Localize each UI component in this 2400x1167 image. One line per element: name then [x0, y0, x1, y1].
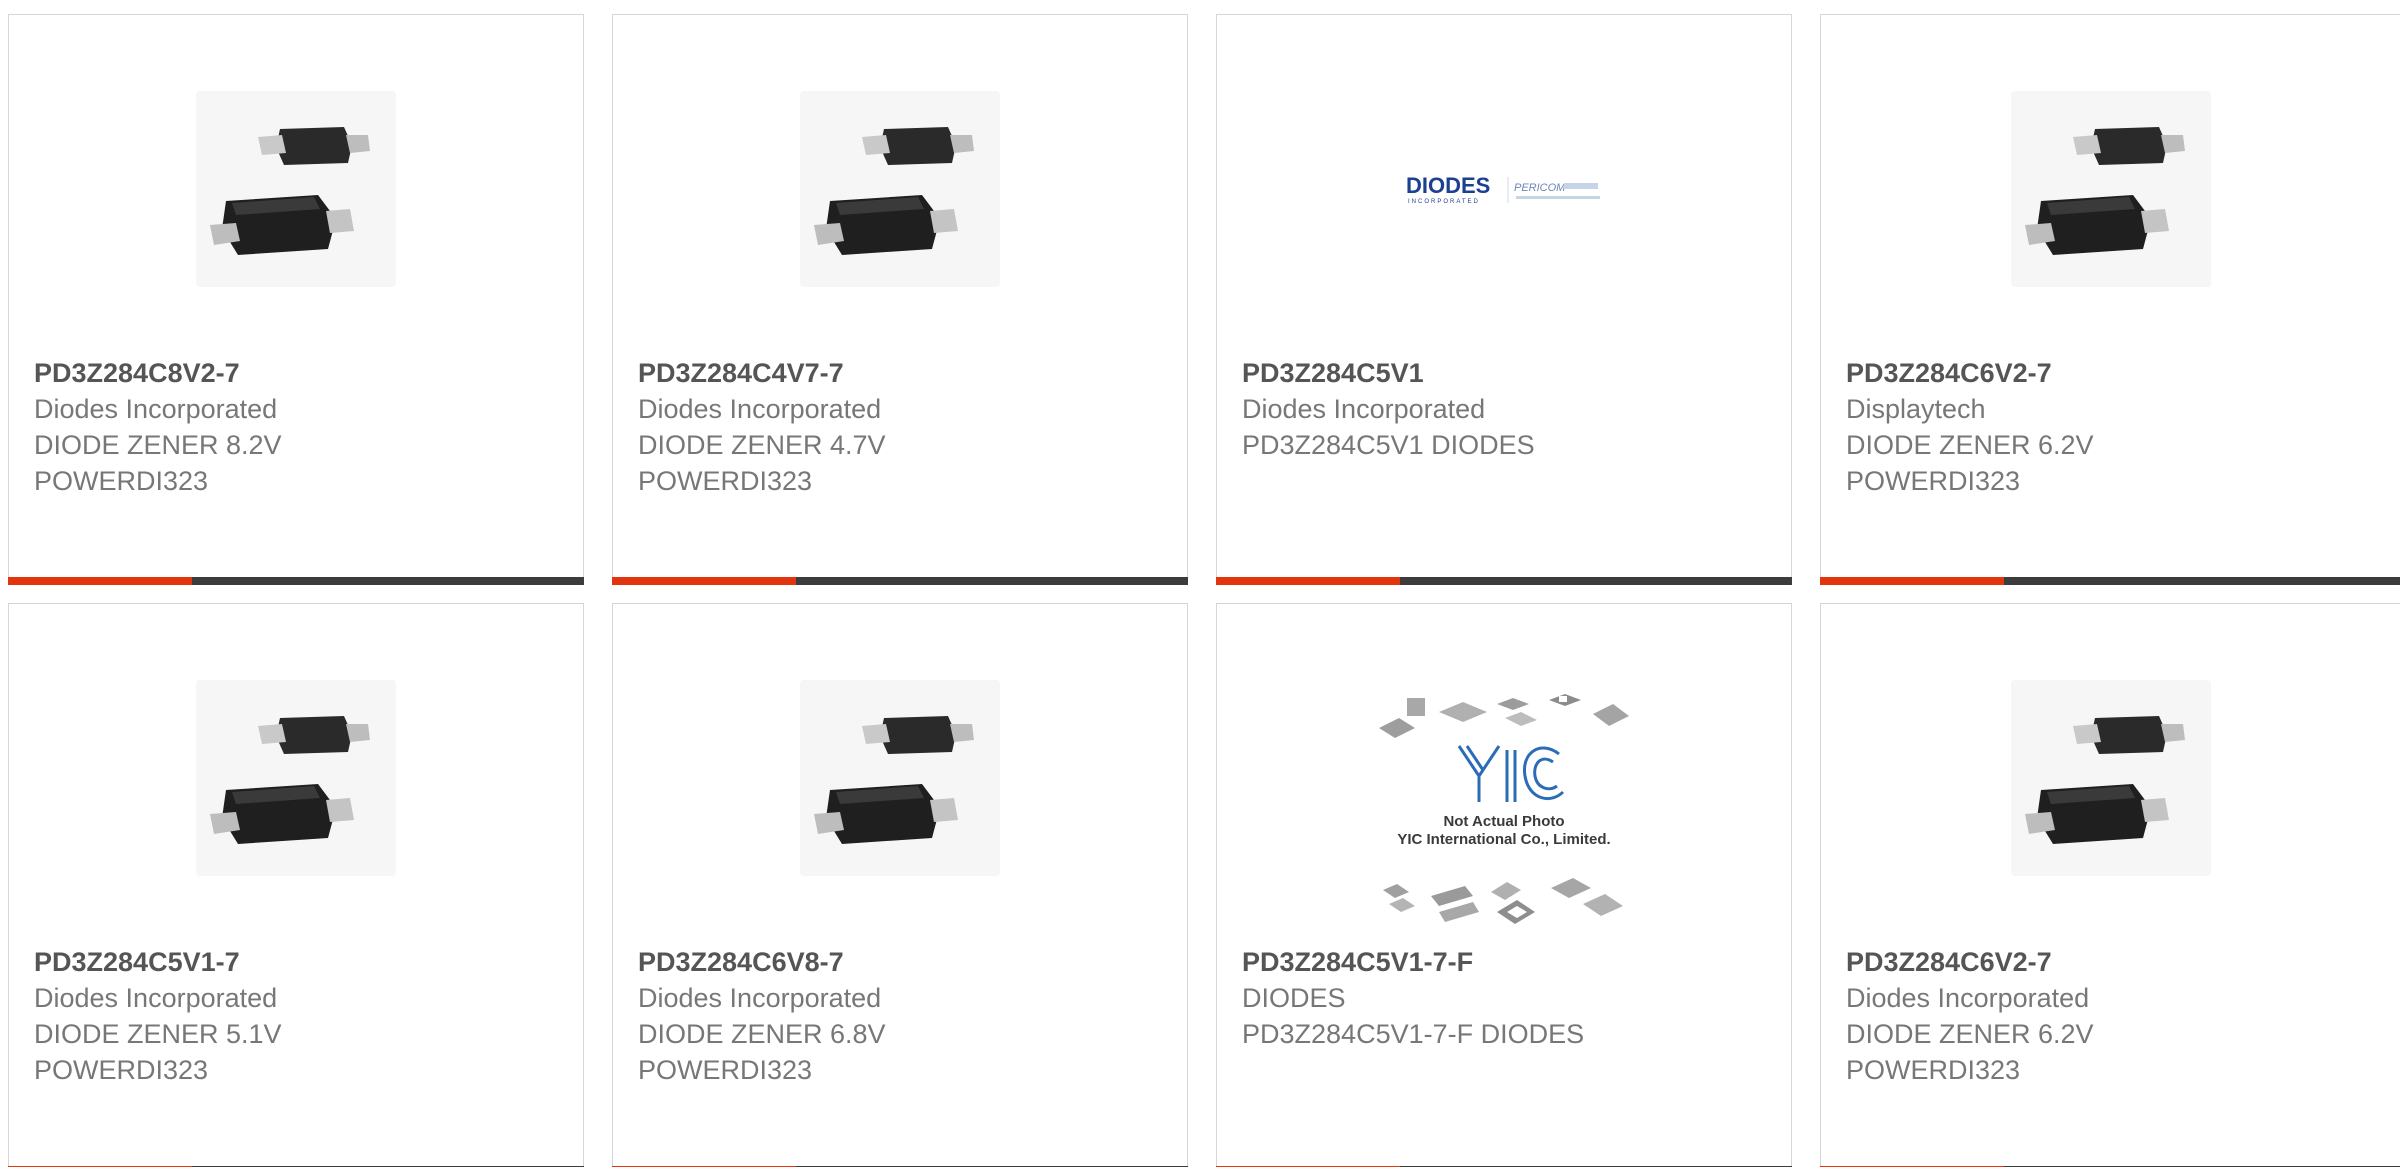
- card-accent: [1820, 577, 2004, 585]
- product-image[interactable]: [613, 668, 1187, 888]
- product-image[interactable]: [9, 79, 583, 299]
- product-image[interactable]: [9, 668, 583, 888]
- description-line: DIODE ZENER 6.2V: [1846, 430, 2094, 460]
- part-number[interactable]: PD3Z284C4V7-7: [638, 355, 1167, 391]
- logo-partner: PERICOM: [1514, 182, 1566, 194]
- diode-package-image: [800, 91, 1000, 287]
- description-line: POWERDI323: [34, 1055, 209, 1085]
- diode-package-image: [2010, 680, 2211, 876]
- diode-package-image: [196, 680, 396, 876]
- product-card[interactable]: PD3Z284C6V2-7 Diodes Incorporated DIODE …: [1820, 603, 2400, 1167]
- product-card[interactable]: PD3Z284C4V7-7 Diodes Incorporated DIODE …: [612, 14, 1188, 585]
- description-line: POWERDI323: [638, 1055, 813, 1085]
- product-card[interactable]: PD3Z284C6V8-7 Diodes Incorporated DIODE …: [612, 603, 1188, 1167]
- description-line: PD3Z284C5V1-7-F DIODES: [1242, 1019, 1585, 1049]
- yic-line-1: Not Actual Photo: [1443, 813, 1564, 830]
- card-bottom-bar: [8, 577, 584, 585]
- description-line: POWERDI323: [1846, 1055, 2021, 1085]
- card-bottom-bar: [612, 577, 1188, 585]
- part-number[interactable]: PD3Z284C6V8-7: [638, 944, 1167, 980]
- description-line: DIODE ZENER 5.1V: [34, 1019, 282, 1049]
- manufacturer: Diodes Incorporated: [1242, 394, 1486, 424]
- diode-package-image: [196, 91, 396, 287]
- card-accent: [8, 577, 192, 585]
- part-number[interactable]: PD3Z284C5V1: [1242, 355, 1771, 391]
- product-image[interactable]: DIODES INCORPORATED PERICOM: [1217, 79, 1791, 299]
- part-number[interactable]: PD3Z284C8V2-7: [34, 355, 563, 391]
- logo-sub: INCORPORATED: [1408, 199, 1480, 205]
- description-line: DIODE ZENER 8.2V: [34, 430, 282, 460]
- part-number[interactable]: PD3Z284C5V1-7: [34, 944, 563, 980]
- part-number[interactable]: PD3Z284C6V2-7: [1846, 355, 2380, 391]
- manufacturer: Diodes Incorporated: [34, 394, 278, 424]
- card-accent: [612, 577, 796, 585]
- diode-package-image: [2010, 91, 2211, 287]
- product-grid: PD3Z284C8V2-7 Diodes Incorporated DIODE …: [0, 0, 2400, 1167]
- manufacturer: DIODES: [1242, 983, 1346, 1013]
- part-number[interactable]: PD3Z284C6V2-7: [1846, 944, 2380, 980]
- description-line: POWERDI323: [34, 466, 209, 496]
- product-image[interactable]: [1821, 79, 2400, 299]
- manufacturer: Diodes Incorporated: [34, 983, 278, 1013]
- product-card[interactable]: PD3Z284C6V2-7 Displaytech DIODE ZENER 6.…: [1820, 14, 2400, 585]
- yic-line-2: YIC International Co., Limited.: [1397, 831, 1610, 848]
- product-card[interactable]: DIODES INCORPORATED PERICOM PD3Z284C5V1 …: [1216, 14, 1792, 585]
- part-number[interactable]: PD3Z284C5V1-7-F: [1242, 944, 1771, 980]
- manufacturer: Diodes Incorporated: [1846, 983, 2090, 1013]
- manufacturer: Diodes Incorporated: [638, 983, 882, 1013]
- product-image[interactable]: Not Actual Photo YIC International Co., …: [1217, 690, 1791, 940]
- product-card[interactable]: PD3Z284C5V1-7 Diodes Incorporated DIODE …: [8, 603, 584, 1167]
- description-line: PD3Z284C5V1 DIODES: [1242, 430, 1535, 460]
- product-card[interactable]: Not Actual Photo YIC International Co., …: [1216, 603, 1792, 1167]
- description-line: DIODE ZENER 6.2V: [1846, 1019, 2094, 1049]
- product-card[interactable]: PD3Z284C8V2-7 Diodes Incorporated DIODE …: [8, 14, 584, 585]
- card-bottom-bar: [1820, 577, 2400, 585]
- logo-brand: DIODES: [1406, 173, 1490, 198]
- product-image[interactable]: [1821, 668, 2400, 888]
- diodes-pericom-logo: DIODES INCORPORATED PERICOM: [1406, 173, 1600, 205]
- manufacturer: Displaytech: [1846, 394, 1986, 424]
- description-line: POWERDI323: [1846, 466, 2021, 496]
- card-accent: [1216, 577, 1400, 585]
- description-line: DIODE ZENER 6.8V: [638, 1019, 886, 1049]
- description-line: DIODE ZENER 4.7V: [638, 430, 886, 460]
- diode-package-image: [800, 680, 1000, 876]
- manufacturer: Diodes Incorporated: [638, 394, 882, 424]
- product-image[interactable]: [613, 79, 1187, 299]
- card-bottom-bar: [1216, 577, 1792, 585]
- description-line: POWERDI323: [638, 466, 813, 496]
- yic-not-actual-photo-image: Not Actual Photo YIC International Co., …: [1379, 694, 1629, 924]
